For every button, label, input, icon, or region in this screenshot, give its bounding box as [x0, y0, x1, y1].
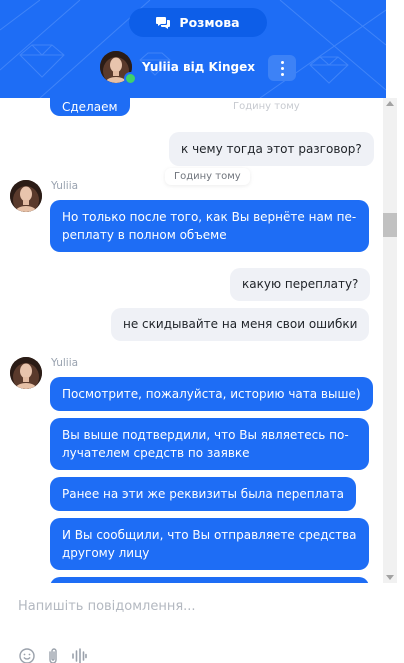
- chat-widget: Розмова Yuliia від Kingex Сделаем Годину…: [0, 0, 404, 663]
- scroll-up-arrow-icon[interactable]: [386, 101, 394, 106]
- message-bubble-incoming: Посмотрите, пожалуйста, историю чата выш…: [50, 377, 373, 411]
- voice-icon[interactable]: [70, 647, 88, 663]
- sender-avatar: [10, 180, 42, 212]
- agent-name: Yuliia від Kingex: [142, 60, 255, 74]
- online-status-dot: [124, 72, 137, 85]
- scrollbar[interactable]: [383, 98, 397, 583]
- message-list: Сделаем Годину тому к чему тогда этот ра…: [0, 98, 386, 583]
- chat-bubbles-icon: [156, 17, 171, 29]
- sender-name: Yuliia: [51, 357, 79, 369]
- message-bubble-incoming: Но только после того, как Вы вернёте нам…: [50, 200, 369, 252]
- chat-header: Розмова Yuliia від Kingex: [0, 0, 386, 98]
- message-timestamp: Годину тому: [224, 98, 309, 115]
- sender-name: Yuliia: [51, 180, 79, 192]
- sender-avatar: [10, 357, 42, 389]
- message-bubble-incoming: И Вы сообщили, что Вы отправляете средст…: [50, 518, 369, 570]
- message-timestamp: Годину тому: [165, 168, 250, 185]
- message-bubble-incoming: Ранее на эти же реквизиты была переплата: [50, 477, 356, 511]
- message-bubble-outgoing: какую переплату?: [230, 268, 371, 301]
- message-bubble-outgoing: не скидывайте на меня свои ошибки: [111, 308, 370, 341]
- emoji-icon[interactable]: [18, 647, 36, 663]
- composer: [0, 583, 386, 663]
- message-bubble-incoming: Вы выше подтвердили, что Вы являетесь по…: [50, 418, 369, 470]
- more-vertical-icon[interactable]: [268, 55, 296, 81]
- conversation-tab[interactable]: Розмова: [129, 8, 267, 37]
- scrollbar-thumb[interactable]: [383, 213, 397, 237]
- attach-icon[interactable]: [44, 647, 62, 663]
- message-bubble-outgoing: к чему тогда этот разговор?: [169, 132, 374, 166]
- message-input[interactable]: [18, 599, 368, 614]
- message-bubble-incoming: Сделаем: [50, 98, 130, 116]
- scroll-down-arrow-icon[interactable]: [386, 575, 394, 580]
- conversation-tab-label: Розмова: [179, 15, 240, 30]
